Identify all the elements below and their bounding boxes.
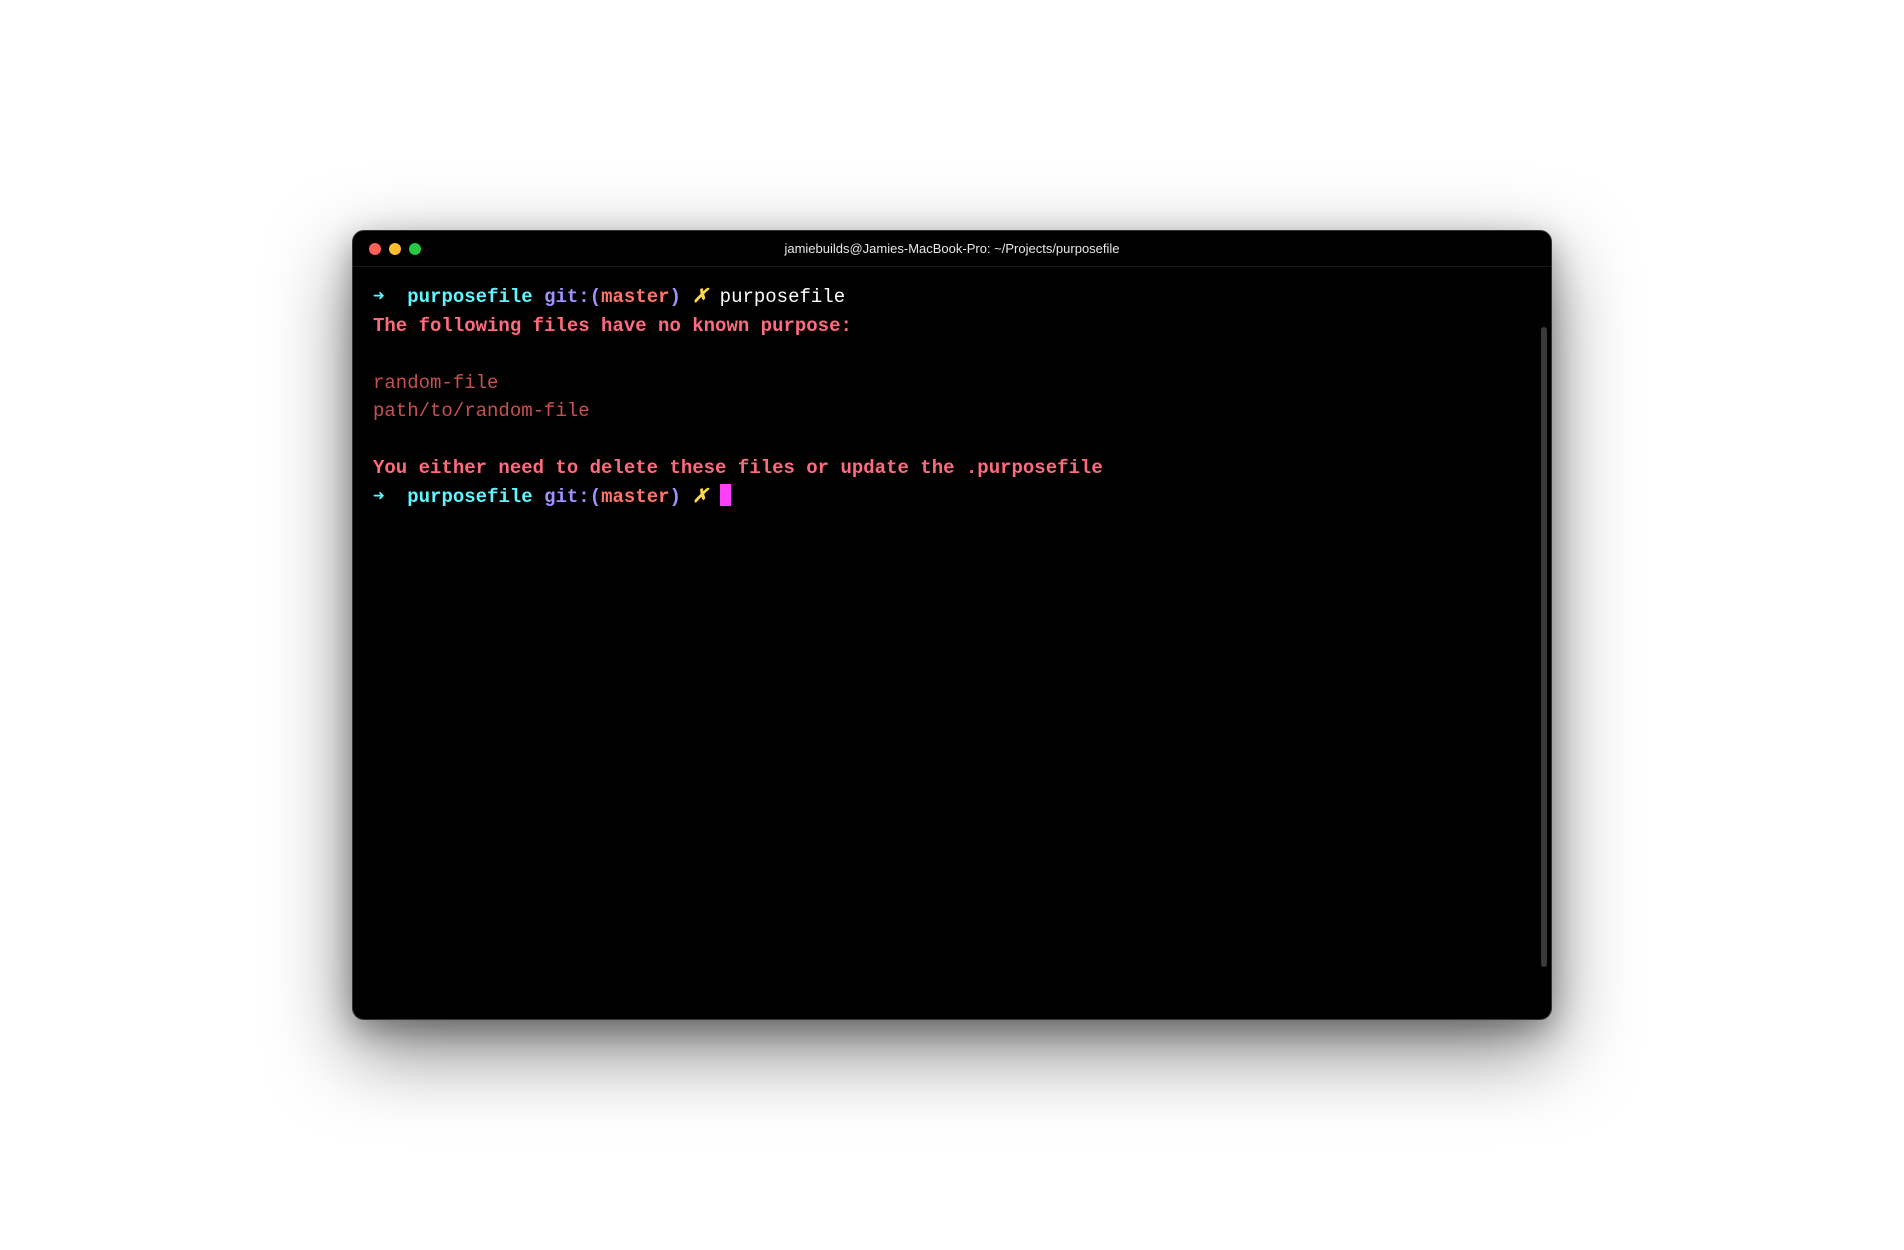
prompt-git-close: ) bbox=[670, 486, 681, 508]
window-title: jamiebuilds@Jamies-MacBook-Pro: ~/Projec… bbox=[784, 241, 1119, 256]
prompt-dirty-icon: ✗ bbox=[692, 486, 708, 508]
scrollbar[interactable] bbox=[1541, 327, 1547, 967]
prompt-git-label: git:( bbox=[544, 286, 601, 308]
maximize-button[interactable] bbox=[409, 243, 421, 255]
prompt-line-1: ➜ purposefile git:(master) ✗ purposefile bbox=[373, 283, 1531, 312]
blank-line bbox=[373, 340, 1531, 369]
prompt-arrow-icon: ➜ bbox=[373, 286, 384, 308]
terminal-body[interactable]: ➜ purposefile git:(master) ✗ purposefile… bbox=[353, 267, 1551, 1019]
prompt-git-label: git:( bbox=[544, 486, 601, 508]
prompt-directory: purposefile bbox=[407, 486, 532, 508]
prompt-dirty-icon: ✗ bbox=[692, 286, 708, 308]
prompt-line-2: ➜ purposefile git:(master) ✗ bbox=[373, 483, 1531, 512]
prompt-git-close: ) bbox=[670, 286, 681, 308]
terminal-window: jamiebuilds@Jamies-MacBook-Pro: ~/Projec… bbox=[352, 230, 1552, 1020]
output-header: The following files have no known purpos… bbox=[373, 312, 1531, 341]
blank-line bbox=[373, 426, 1531, 455]
prompt-arrow-icon: ➜ bbox=[373, 486, 384, 508]
prompt-directory: purposefile bbox=[407, 286, 532, 308]
prompt-branch: master bbox=[601, 486, 669, 508]
traffic-lights bbox=[369, 243, 421, 255]
output-file-2: path/to/random-file bbox=[373, 397, 1531, 426]
prompt-branch: master bbox=[601, 286, 669, 308]
output-footer: You either need to delete these files or… bbox=[373, 454, 1531, 483]
close-button[interactable] bbox=[369, 243, 381, 255]
minimize-button[interactable] bbox=[389, 243, 401, 255]
output-file-1: random-file bbox=[373, 369, 1531, 398]
title-bar: jamiebuilds@Jamies-MacBook-Pro: ~/Projec… bbox=[353, 231, 1551, 267]
command-text: purposefile bbox=[720, 286, 845, 308]
cursor bbox=[720, 484, 731, 506]
